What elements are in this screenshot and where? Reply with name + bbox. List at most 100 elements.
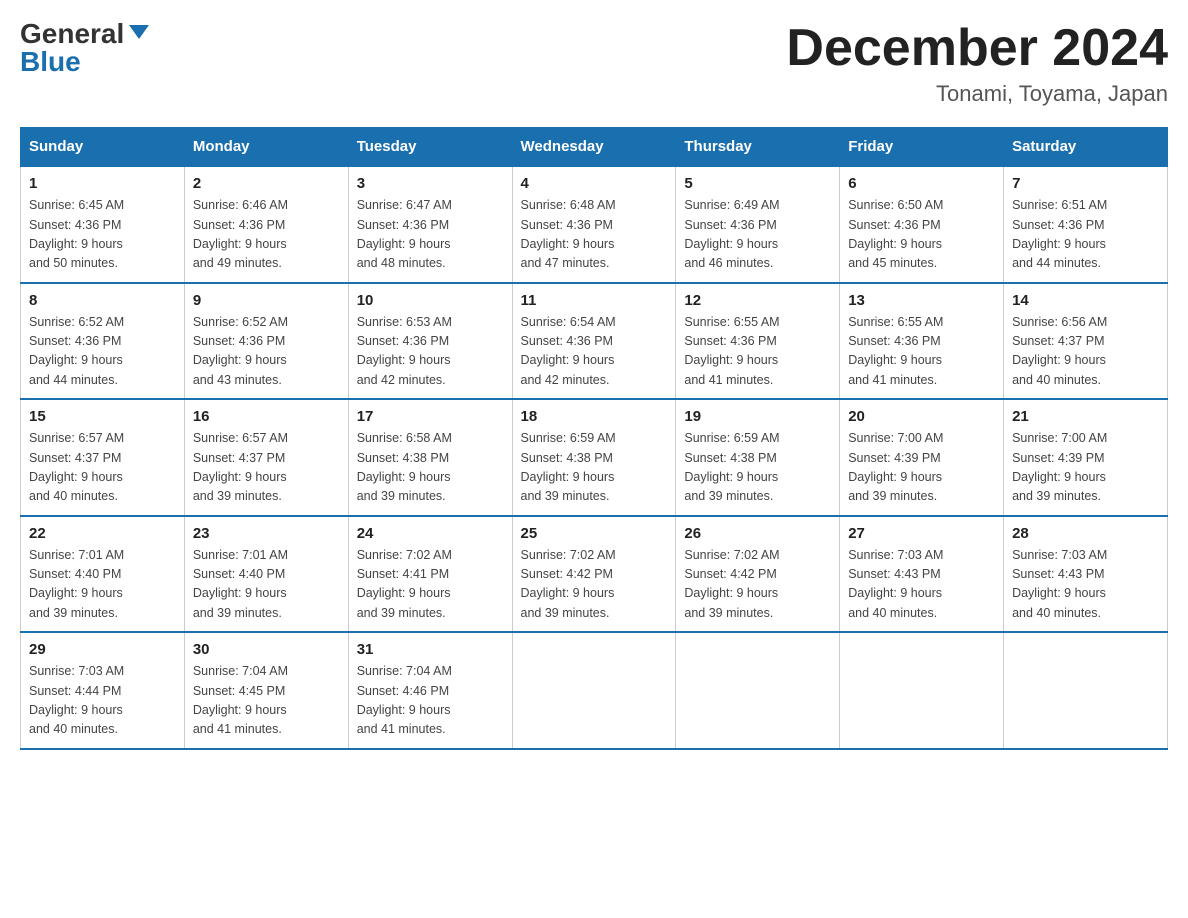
calendar-cell: 27 Sunrise: 7:03 AMSunset: 4:43 PMDaylig…	[840, 516, 1004, 633]
calendar-cell: 22 Sunrise: 7:01 AMSunset: 4:40 PMDaylig…	[21, 516, 185, 633]
calendar-cell: 29 Sunrise: 7:03 AMSunset: 4:44 PMDaylig…	[21, 632, 185, 749]
calendar-cell: 12 Sunrise: 6:55 AMSunset: 4:36 PMDaylig…	[676, 283, 840, 400]
calendar-cell	[512, 632, 676, 749]
day-number: 16	[193, 408, 340, 425]
calendar-week-4: 22 Sunrise: 7:01 AMSunset: 4:40 PMDaylig…	[21, 516, 1168, 633]
day-info: Sunrise: 6:52 AMSunset: 4:36 PMDaylight:…	[193, 313, 340, 391]
day-info: Sunrise: 6:47 AMSunset: 4:36 PMDaylight:…	[357, 196, 504, 274]
day-number: 4	[521, 175, 668, 192]
day-number: 10	[357, 292, 504, 309]
weekday-header-friday: Friday	[840, 128, 1004, 167]
day-number: 1	[29, 175, 176, 192]
calendar-cell: 31 Sunrise: 7:04 AMSunset: 4:46 PMDaylig…	[348, 632, 512, 749]
day-info: Sunrise: 6:58 AMSunset: 4:38 PMDaylight:…	[357, 429, 504, 507]
calendar-table: SundayMondayTuesdayWednesdayThursdayFrid…	[20, 127, 1168, 750]
day-number: 20	[848, 408, 995, 425]
calendar-cell: 24 Sunrise: 7:02 AMSunset: 4:41 PMDaylig…	[348, 516, 512, 633]
month-title: December 2024	[786, 20, 1168, 77]
logo-blue-text: Blue	[20, 48, 81, 76]
day-info: Sunrise: 6:57 AMSunset: 4:37 PMDaylight:…	[29, 429, 176, 507]
calendar-cell: 23 Sunrise: 7:01 AMSunset: 4:40 PMDaylig…	[184, 516, 348, 633]
calendar-cell: 5 Sunrise: 6:49 AMSunset: 4:36 PMDayligh…	[676, 166, 840, 283]
calendar-cell: 21 Sunrise: 7:00 AMSunset: 4:39 PMDaylig…	[1004, 399, 1168, 516]
day-info: Sunrise: 7:03 AMSunset: 4:43 PMDaylight:…	[1012, 546, 1159, 624]
calendar-cell: 8 Sunrise: 6:52 AMSunset: 4:36 PMDayligh…	[21, 283, 185, 400]
logo-triangle-icon	[129, 25, 149, 39]
calendar-cell	[840, 632, 1004, 749]
calendar-cell: 19 Sunrise: 6:59 AMSunset: 4:38 PMDaylig…	[676, 399, 840, 516]
day-number: 6	[848, 175, 995, 192]
day-info: Sunrise: 7:02 AMSunset: 4:42 PMDaylight:…	[521, 546, 668, 624]
calendar-cell: 28 Sunrise: 7:03 AMSunset: 4:43 PMDaylig…	[1004, 516, 1168, 633]
title-block: December 2024 Tonami, Toyama, Japan	[786, 20, 1168, 107]
calendar-week-5: 29 Sunrise: 7:03 AMSunset: 4:44 PMDaylig…	[21, 632, 1168, 749]
day-number: 30	[193, 641, 340, 658]
calendar-cell: 25 Sunrise: 7:02 AMSunset: 4:42 PMDaylig…	[512, 516, 676, 633]
day-number: 23	[193, 525, 340, 542]
calendar-cell: 9 Sunrise: 6:52 AMSunset: 4:36 PMDayligh…	[184, 283, 348, 400]
day-info: Sunrise: 7:00 AMSunset: 4:39 PMDaylight:…	[848, 429, 995, 507]
weekday-header-thursday: Thursday	[676, 128, 840, 167]
calendar-cell: 3 Sunrise: 6:47 AMSunset: 4:36 PMDayligh…	[348, 166, 512, 283]
day-info: Sunrise: 6:54 AMSunset: 4:36 PMDaylight:…	[521, 313, 668, 391]
day-info: Sunrise: 7:03 AMSunset: 4:44 PMDaylight:…	[29, 662, 176, 740]
location-title: Tonami, Toyama, Japan	[786, 81, 1168, 107]
day-number: 18	[521, 408, 668, 425]
day-number: 13	[848, 292, 995, 309]
weekday-header-row: SundayMondayTuesdayWednesdayThursdayFrid…	[21, 128, 1168, 167]
calendar-cell: 4 Sunrise: 6:48 AMSunset: 4:36 PMDayligh…	[512, 166, 676, 283]
day-number: 12	[684, 292, 831, 309]
day-number: 17	[357, 408, 504, 425]
day-info: Sunrise: 6:45 AMSunset: 4:36 PMDaylight:…	[29, 196, 176, 274]
calendar-cell: 30 Sunrise: 7:04 AMSunset: 4:45 PMDaylig…	[184, 632, 348, 749]
weekday-header-saturday: Saturday	[1004, 128, 1168, 167]
day-number: 27	[848, 525, 995, 542]
calendar-cell: 13 Sunrise: 6:55 AMSunset: 4:36 PMDaylig…	[840, 283, 1004, 400]
calendar-cell: 10 Sunrise: 6:53 AMSunset: 4:36 PMDaylig…	[348, 283, 512, 400]
calendar-cell: 2 Sunrise: 6:46 AMSunset: 4:36 PMDayligh…	[184, 166, 348, 283]
calendar-cell: 26 Sunrise: 7:02 AMSunset: 4:42 PMDaylig…	[676, 516, 840, 633]
calendar-cell: 15 Sunrise: 6:57 AMSunset: 4:37 PMDaylig…	[21, 399, 185, 516]
calendar-cell	[676, 632, 840, 749]
day-number: 31	[357, 641, 504, 658]
day-info: Sunrise: 6:52 AMSunset: 4:36 PMDaylight:…	[29, 313, 176, 391]
calendar-cell: 11 Sunrise: 6:54 AMSunset: 4:36 PMDaylig…	[512, 283, 676, 400]
logo: General Blue	[20, 20, 149, 76]
day-number: 11	[521, 292, 668, 309]
day-number: 3	[357, 175, 504, 192]
day-number: 28	[1012, 525, 1159, 542]
day-info: Sunrise: 6:57 AMSunset: 4:37 PMDaylight:…	[193, 429, 340, 507]
day-number: 2	[193, 175, 340, 192]
page-header: General Blue December 2024 Tonami, Toyam…	[20, 20, 1168, 107]
weekday-header-monday: Monday	[184, 128, 348, 167]
day-info: Sunrise: 7:02 AMSunset: 4:41 PMDaylight:…	[357, 546, 504, 624]
day-info: Sunrise: 7:02 AMSunset: 4:42 PMDaylight:…	[684, 546, 831, 624]
day-info: Sunrise: 6:50 AMSunset: 4:36 PMDaylight:…	[848, 196, 995, 274]
calendar-cell: 17 Sunrise: 6:58 AMSunset: 4:38 PMDaylig…	[348, 399, 512, 516]
day-info: Sunrise: 7:03 AMSunset: 4:43 PMDaylight:…	[848, 546, 995, 624]
day-info: Sunrise: 6:59 AMSunset: 4:38 PMDaylight:…	[684, 429, 831, 507]
day-number: 7	[1012, 175, 1159, 192]
calendar-week-3: 15 Sunrise: 6:57 AMSunset: 4:37 PMDaylig…	[21, 399, 1168, 516]
calendar-cell: 20 Sunrise: 7:00 AMSunset: 4:39 PMDaylig…	[840, 399, 1004, 516]
day-info: Sunrise: 6:59 AMSunset: 4:38 PMDaylight:…	[521, 429, 668, 507]
day-info: Sunrise: 6:53 AMSunset: 4:36 PMDaylight:…	[357, 313, 504, 391]
day-info: Sunrise: 7:01 AMSunset: 4:40 PMDaylight:…	[193, 546, 340, 624]
day-info: Sunrise: 6:55 AMSunset: 4:36 PMDaylight:…	[848, 313, 995, 391]
day-info: Sunrise: 7:01 AMSunset: 4:40 PMDaylight:…	[29, 546, 176, 624]
day-number: 19	[684, 408, 831, 425]
day-number: 22	[29, 525, 176, 542]
calendar-cell: 18 Sunrise: 6:59 AMSunset: 4:38 PMDaylig…	[512, 399, 676, 516]
day-info: Sunrise: 6:51 AMSunset: 4:36 PMDaylight:…	[1012, 196, 1159, 274]
day-number: 25	[521, 525, 668, 542]
day-number: 5	[684, 175, 831, 192]
logo-general-text: General	[20, 20, 124, 48]
day-number: 9	[193, 292, 340, 309]
day-number: 14	[1012, 292, 1159, 309]
calendar-cell	[1004, 632, 1168, 749]
calendar-cell: 6 Sunrise: 6:50 AMSunset: 4:36 PMDayligh…	[840, 166, 1004, 283]
day-info: Sunrise: 7:04 AMSunset: 4:46 PMDaylight:…	[357, 662, 504, 740]
day-number: 29	[29, 641, 176, 658]
day-number: 15	[29, 408, 176, 425]
day-number: 26	[684, 525, 831, 542]
